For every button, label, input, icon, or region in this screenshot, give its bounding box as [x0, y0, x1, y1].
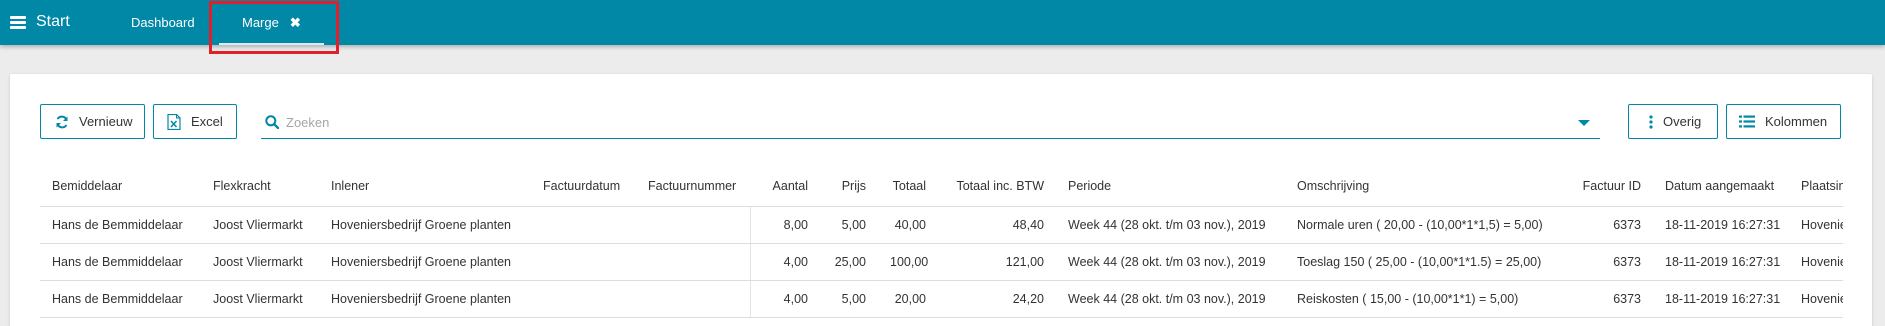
search-bar — [261, 104, 1600, 139]
cell-plaatsing: Hoveniersbedrijf — [1789, 243, 1843, 281]
cell-prijs: 5,00 — [820, 280, 878, 318]
start-label[interactable]: Start — [36, 13, 70, 31]
cell-aantal: 4,00 — [749, 243, 820, 281]
cell-bemiddelaar: Hans de Bemmiddelaar — [40, 280, 201, 318]
cell-factuurdatum — [531, 206, 636, 244]
cell-omschrijving: Normale uren ( 20,00 - (10,00*1*1,5) = 5… — [1285, 206, 1566, 244]
cell-plaatsing: Hoveniersbedrijf — [1789, 280, 1843, 318]
cell-totaal-inc-btw: 24,20 — [938, 280, 1056, 318]
search-icon — [265, 115, 280, 134]
tab-marge[interactable]: Marge ✖ — [219, 0, 324, 45]
cell-factuur-id: 6373 — [1566, 206, 1653, 244]
cell-totaal: 40,00 — [878, 206, 938, 244]
cell-totaal: 20,00 — [878, 280, 938, 318]
column-header-factuurdatum[interactable]: Factuurdatum — [531, 166, 636, 207]
cell-totaal-inc-btw: 121,00 — [938, 243, 1056, 281]
column-header-factuurnummer[interactable]: Factuurnummer — [636, 166, 750, 207]
column-header-plaatsing[interactable]: Plaatsing — [1789, 166, 1843, 207]
search-input[interactable] — [286, 112, 1556, 132]
data-table: Bemiddelaar Flexkracht Inlener Factuurda… — [40, 166, 1843, 318]
chevron-down-icon[interactable] — [1578, 120, 1590, 126]
column-header-omschrijving[interactable]: Omschrijving — [1285, 166, 1566, 207]
table-header-row: Bemiddelaar Flexkracht Inlener Factuurda… — [40, 166, 1843, 207]
start-menu-button[interactable]: Start — [10, 11, 70, 33]
excel-button[interactable]: Excel — [153, 104, 237, 139]
cell-totaal: 100,00 — [878, 243, 938, 281]
cell-inlener: Hoveniersbedrijf Groene planten — [319, 243, 531, 281]
cell-flexkracht: Joost Vliermarkt — [201, 280, 319, 318]
cell-bemiddelaar: Hans de Bemmiddelaar — [40, 243, 201, 281]
column-header-bemiddelaar[interactable]: Bemiddelaar — [40, 166, 201, 207]
cell-totaal-inc-btw: 48,40 — [938, 206, 1056, 244]
column-header-inlener[interactable]: Inlener — [319, 166, 531, 207]
close-icon[interactable]: ✖ — [290, 15, 301, 31]
cell-omschrijving: Toeslag 150 ( 25,00 - (10,00*1*1.5) = 25… — [1285, 243, 1566, 281]
cell-datum-aangemaakt: 18-11-2019 16:27:31 — [1653, 280, 1789, 318]
cell-plaatsing: Hoveniersbedrijf — [1789, 206, 1843, 244]
cell-flexkracht: Joost Vliermarkt — [201, 206, 319, 244]
cell-periode: Week 44 (28 okt. t/m 03 nov.), 2019 — [1056, 280, 1285, 318]
top-bar: Start Dashboard Marge ✖ — [0, 0, 1885, 45]
cell-factuur-id: 6373 — [1566, 243, 1653, 281]
cell-factuurdatum — [531, 280, 636, 318]
refresh-button[interactable]: Vernieuw — [40, 104, 145, 139]
overig-label: Overig — [1663, 114, 1702, 129]
column-header-totaal-inc-btw[interactable]: Totaal inc. BTW — [938, 166, 1056, 207]
refresh-icon — [55, 115, 69, 129]
active-tab-indicator — [219, 43, 324, 45]
tab-dashboard[interactable]: Dashboard — [131, 0, 195, 45]
excel-label: Excel — [191, 114, 223, 129]
refresh-label: Vernieuw — [79, 114, 133, 129]
column-header-periode[interactable]: Periode — [1056, 166, 1285, 207]
cell-prijs: 25,00 — [820, 243, 878, 281]
cell-omschrijving: Reiskosten ( 15,00 - (10,00*1*1) = 5,00) — [1285, 280, 1566, 318]
cell-factuurdatum — [531, 243, 636, 281]
tab-marge-label[interactable]: Marge — [242, 15, 279, 30]
column-header-datum-aangemaakt[interactable]: Datum aangemaakt — [1653, 166, 1789, 207]
list-icon — [1739, 115, 1755, 128]
column-header-factuur-id[interactable]: Factuur ID — [1566, 166, 1653, 207]
cell-bemiddelaar: Hans de Bemmiddelaar — [40, 206, 201, 244]
table-row[interactable]: Hans de Bemmiddelaar Joost Vliermarkt Ho… — [40, 243, 1843, 281]
column-header-totaal[interactable]: Totaal — [878, 166, 938, 207]
cell-factuurnummer — [636, 243, 750, 281]
cell-inlener: Hoveniersbedrijf Groene planten — [319, 206, 531, 244]
column-header-prijs[interactable]: Prijs — [820, 166, 878, 207]
cell-factuur-id: 6373 — [1566, 280, 1653, 318]
excel-icon — [167, 113, 181, 130]
cell-inlener: Hoveniersbedrijf Groene planten — [319, 280, 531, 318]
column-header-flexkracht[interactable]: Flexkracht — [201, 166, 319, 207]
cell-prijs: 5,00 — [820, 206, 878, 244]
table-row[interactable]: Hans de Bemmiddelaar Joost Vliermarkt Ho… — [40, 280, 1843, 318]
overig-button[interactable]: Overig — [1628, 104, 1718, 139]
kolommen-label: Kolommen — [1765, 114, 1828, 129]
hamburger-icon[interactable] — [10, 15, 26, 29]
cell-periode: Week 44 (28 okt. t/m 03 nov.), 2019 — [1056, 206, 1285, 244]
cell-datum-aangemaakt: 18-11-2019 16:27:31 — [1653, 206, 1789, 244]
cell-periode: Week 44 (28 okt. t/m 03 nov.), 2019 — [1056, 243, 1285, 281]
more-vertical-icon — [1649, 114, 1653, 129]
cell-factuurnummer — [636, 206, 750, 244]
cell-datum-aangemaakt: 18-11-2019 16:27:31 — [1653, 243, 1789, 281]
data-table-container: Bemiddelaar Flexkracht Inlener Factuurda… — [40, 166, 1843, 326]
cell-aantal: 4,00 — [749, 280, 820, 318]
kolommen-button[interactable]: Kolommen — [1726, 104, 1841, 139]
cell-factuurnummer — [636, 280, 750, 318]
table-row[interactable]: Hans de Bemmiddelaar Joost Vliermarkt Ho… — [40, 206, 1843, 244]
column-header-aantal[interactable]: Aantal — [750, 166, 820, 207]
cell-flexkracht: Joost Vliermarkt — [201, 243, 319, 281]
cell-aantal: 8,00 — [749, 206, 820, 244]
